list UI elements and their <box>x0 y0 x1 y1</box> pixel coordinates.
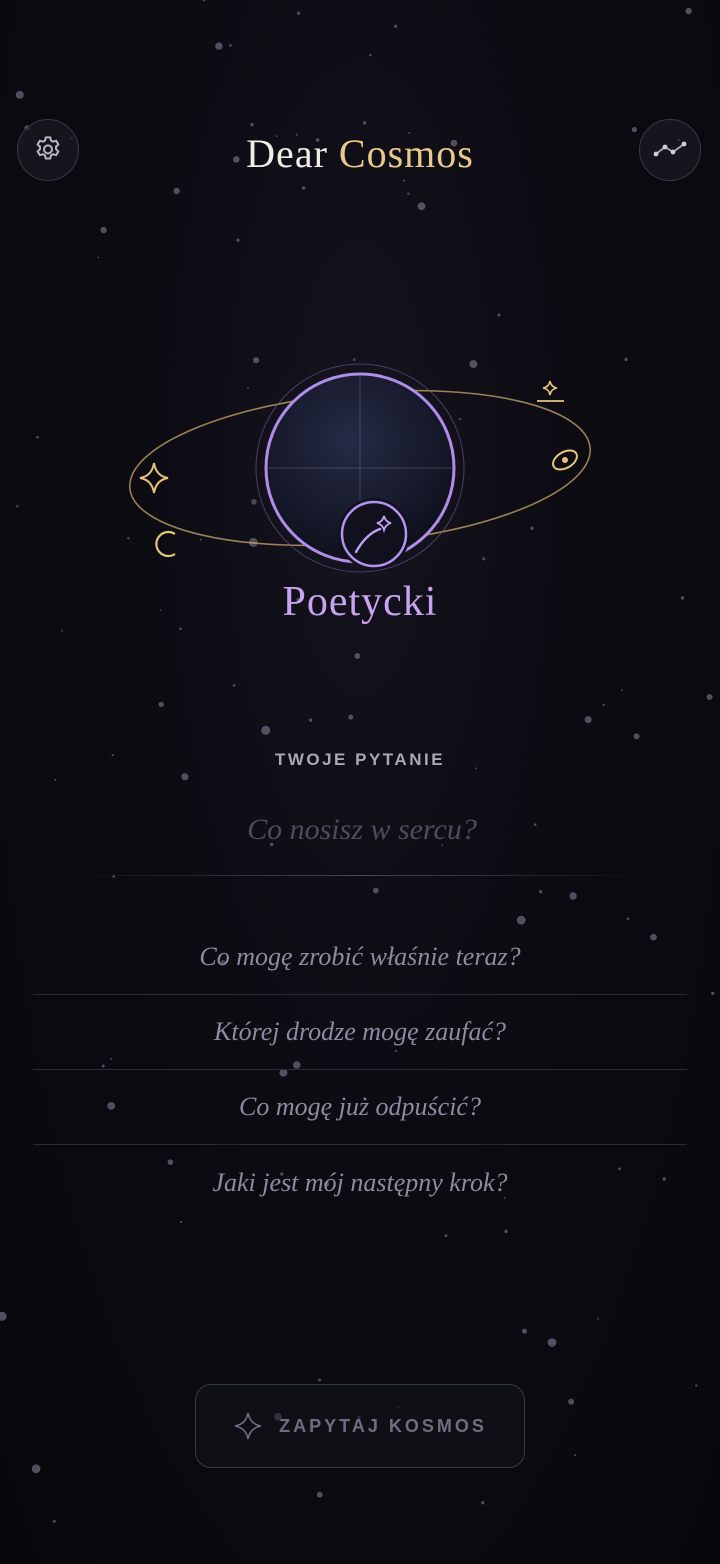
star-dot <box>179 627 182 631</box>
app-title-main: Dear <box>246 131 328 176</box>
suggestion-item[interactable]: Co mogę zrobić właśnie teraz? <box>33 920 687 995</box>
crescent-moon-icon <box>155 530 176 558</box>
star-dot <box>685 7 692 15</box>
suggestion-item[interactable]: Której drodze mogę zaufać? <box>33 995 687 1070</box>
app-title-accent: Cosmos <box>338 131 474 176</box>
four-point-star-icon <box>139 462 169 494</box>
ask-button-label: ZAPYTAJ KOSMOS <box>279 1415 487 1436</box>
stats-button[interactable] <box>639 119 701 181</box>
star-dot <box>0 1311 7 1321</box>
star-dot <box>394 24 398 28</box>
ask-cosmos-button[interactable]: ZAPYTAJ KOSMOS <box>195 1384 525 1468</box>
mode-badge <box>338 498 410 570</box>
star-dot <box>261 725 271 735</box>
star-dot <box>232 684 236 687</box>
star-dot <box>372 887 379 894</box>
star-dot <box>181 773 189 781</box>
star-dot <box>215 42 223 50</box>
star-dot <box>444 1234 448 1238</box>
star-dot <box>568 1398 575 1405</box>
suggestion-item[interactable]: Co mogę już odpuścić? <box>33 1070 687 1145</box>
star-dot <box>574 1454 577 1457</box>
star-dot <box>497 313 501 317</box>
mode-name: Poetycki <box>282 579 438 625</box>
star-dot <box>695 1384 698 1387</box>
suggestion-item[interactable]: Jaki jest mój następny krok? <box>33 1145 687 1220</box>
star-dot <box>203 0 206 2</box>
star-dot <box>52 1519 56 1523</box>
input-underline <box>70 875 650 876</box>
question-label: TWOJE PYTANIE <box>274 750 446 769</box>
star-dot <box>61 630 64 632</box>
star-dot <box>229 44 232 47</box>
small-star-icon <box>537 380 564 402</box>
star-dot <box>633 733 640 740</box>
star-dot <box>597 1317 599 1320</box>
star-dot <box>711 991 715 996</box>
star-dot <box>539 890 543 894</box>
star-dot <box>179 1220 183 1224</box>
star-dot <box>362 121 367 125</box>
star-dot <box>407 192 410 195</box>
comet-icon <box>552 449 578 471</box>
trend-line-icon <box>653 141 687 157</box>
star-dot <box>706 694 713 700</box>
star-dot <box>369 53 372 57</box>
star-dot <box>547 1338 557 1347</box>
starfield-background <box>0 0 715 1523</box>
star-dot <box>31 1464 41 1474</box>
sparkle-icon <box>234 1412 262 1440</box>
star-dot <box>316 1491 323 1498</box>
star-dot <box>297 11 301 15</box>
star-dot <box>348 714 354 720</box>
star-dot <box>97 256 100 259</box>
star-dot <box>621 689 623 691</box>
question-input[interactable] <box>70 802 654 858</box>
star-dot <box>602 703 605 707</box>
star-dot <box>417 202 426 211</box>
star-dot <box>301 186 306 190</box>
star-dot <box>569 892 577 900</box>
star-dot <box>584 716 592 724</box>
star-dot <box>158 701 164 708</box>
star-dot <box>504 1229 508 1234</box>
star-dot <box>54 778 57 781</box>
star-dot <box>402 179 405 182</box>
star-dot <box>100 226 107 234</box>
star-dot <box>521 1328 528 1334</box>
star-dot <box>309 718 313 722</box>
star-dot <box>15 90 24 99</box>
suggestion-list: Co mogę zrobić właśnie teraz? Której dro… <box>33 920 687 1220</box>
star-dot <box>250 122 254 127</box>
star-dot <box>173 187 180 195</box>
star-dot <box>354 653 361 659</box>
star-dot <box>318 1378 322 1382</box>
cosmic-orb[interactable] <box>0 330 720 590</box>
star-dot <box>236 238 240 242</box>
app-title: Dear Cosmos <box>0 130 720 177</box>
star-dot <box>481 1501 485 1505</box>
